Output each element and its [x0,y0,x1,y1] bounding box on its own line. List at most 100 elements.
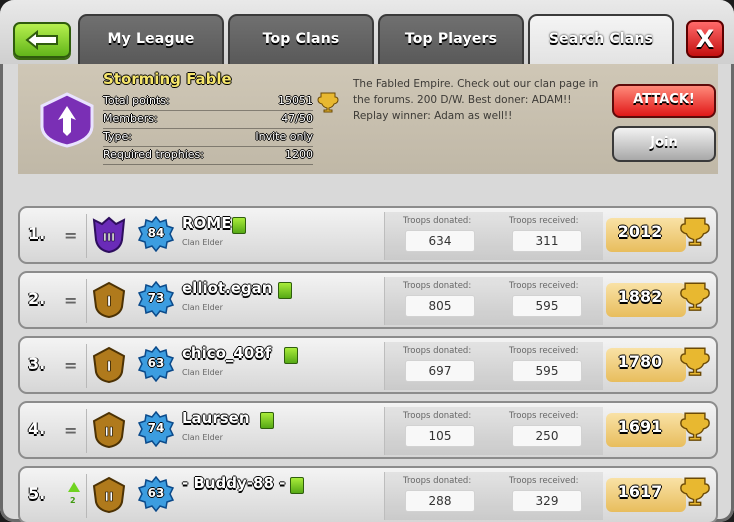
league-text: I [107,360,112,375]
rank-number: 4. [28,419,46,438]
rank-change: = [64,356,78,375]
player-name[interactable]: chico_408f [182,344,271,362]
player-name[interactable]: ROME [182,214,231,232]
troops-donated-label: Troops donated: [403,411,472,421]
troops-donated-label: Troops donated: [403,346,472,356]
troops-donated-value: 105 [405,425,475,447]
chat-icon [290,477,304,494]
stat-value: Invite only [255,130,313,143]
tab-my-league[interactable]: My League [78,14,224,66]
xp-level: 73 [147,291,165,305]
member-row[interactable]: 1. = III 84 ROME Clan Elder Troops donat… [18,206,718,264]
xp-level: 74 [147,421,165,435]
rank-number: 3. [28,354,46,373]
rank-number: 2. [28,289,46,308]
required-trophies-row: Required trophies: 1200 [103,146,313,165]
donations-panel: Troops donated: Troops received: 105 250 [384,407,603,455]
league-text: III [103,231,115,244]
player-role: Clan Elder [182,238,223,247]
league-text: II [105,490,114,504]
member-row[interactable]: 4. = II 74 Laursen Clan Elder Troops don… [18,401,718,459]
divider [86,409,87,453]
chat-icon [284,347,298,364]
join-button[interactable]: Join [612,126,716,162]
stat-value: 1200 [285,148,313,161]
troops-received-label: Troops received: [509,216,579,226]
player-name[interactable]: elliot.egan [182,279,272,297]
troops-received-value: 250 [512,425,582,447]
trophy-icon [680,477,710,506]
member-row[interactable]: 3. = I 63 chico_408f Clan Elder Troops d… [18,336,718,394]
back-button[interactable] [13,22,71,58]
player-name[interactable]: Laursen [182,409,250,427]
league-badge-icon: I [92,281,126,319]
troops-donated-label: Troops donated: [403,216,472,226]
members-row: Members: 47/50 [103,110,313,129]
member-row[interactable]: 2. = I 73 elliot.egan Clan Elder Troops … [18,271,718,329]
troops-donated-value: 697 [405,360,475,382]
troops-donated-value: 288 [405,490,475,512]
donations-panel: Troops donated: Troops received: 805 595 [384,277,603,325]
trophy-icon [680,217,710,246]
rank-number: 5. [28,484,46,503]
troops-received-value: 329 [512,490,582,512]
tab-top-players[interactable]: Top Players [378,14,524,66]
troops-received-label: Troops received: [509,281,579,291]
troops-donated-label: Troops donated: [403,476,472,486]
league-badge-icon: III [92,216,126,254]
total-points-row: Total points: 15051 [103,92,313,111]
stat-label: Type: [103,130,132,143]
tab-top-clans[interactable]: Top Clans [228,14,374,66]
back-arrow-icon [25,30,58,50]
league-badge-icon: II [92,476,126,514]
type-row: Type: Invite only [103,128,313,147]
member-row[interactable]: 5. 2 II 63 - Buddy-88 - Troops donated: … [18,466,718,522]
xp-level: 63 [147,356,165,370]
trophy-count: 1691 [617,417,663,436]
divider [86,214,87,258]
rank-up-icon [68,482,80,492]
xp-level: 84 [147,226,165,240]
rank-change: 2 [70,496,76,505]
clan-name: Storming Fable [103,70,232,88]
attack-button[interactable]: ATTACK! [612,84,716,118]
members-list[interactable]: 1. = III 84 ROME Clan Elder Troops donat… [18,186,720,522]
chat-icon [232,217,246,234]
troops-received-value: 595 [512,360,582,382]
league-text: I [107,295,112,310]
trophy-count: 2012 [617,222,663,241]
donations-panel: Troops donated: Troops received: 634 311 [384,212,603,260]
player-role: Clan Elder [182,368,223,377]
league-text: II [105,425,114,439]
troops-received-value: 311 [512,230,582,252]
divider [86,279,87,323]
league-badge-icon: I [92,346,126,384]
donations-panel: Troops donated: Troops received: 697 595 [384,342,603,390]
clan-badge-icon [40,92,94,148]
trophy-icon [317,92,339,113]
tab-search-clans[interactable]: Search Clans [528,14,674,66]
troops-received-label: Troops received: [509,411,579,421]
trophy-count: 1780 [617,352,663,371]
clan-description: The Fabled Empire. Check out our clan pa… [353,78,599,122]
trophy-count: 1617 [617,482,663,501]
stat-label: Total points: [103,94,170,107]
stat-label: Required trophies: [103,148,204,161]
troops-donated-value: 805 [405,295,475,317]
troops-donated-value: 634 [405,230,475,252]
divider [86,344,87,388]
donations-panel: Troops donated: Troops received: 288 329 [384,472,603,520]
player-name[interactable]: - Buddy-88 - [182,474,285,492]
trophy-icon [680,282,710,311]
clan-info-panel: Storming Fable Total points: 15051 Membe… [18,64,718,174]
close-button[interactable]: X [686,20,724,58]
chat-icon [278,282,292,299]
player-role: Clan Elder [182,433,223,442]
troops-received-value: 595 [512,295,582,317]
chat-icon [260,412,274,429]
rank-change: = [64,421,78,440]
trophy-count: 1882 [617,287,663,306]
player-role: Clan Elder [182,303,223,312]
stat-value: 47/50 [281,112,313,125]
xp-level: 63 [147,486,165,500]
